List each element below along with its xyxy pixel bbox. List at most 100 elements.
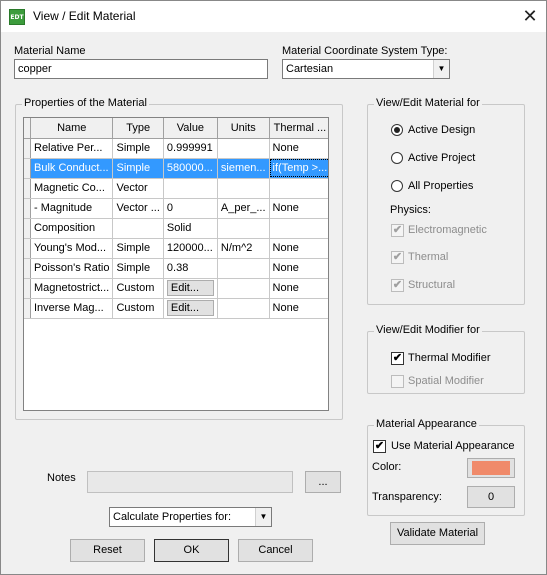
cell-units[interactable] bbox=[217, 138, 270, 159]
thermal-label: Thermal bbox=[408, 251, 449, 263]
empty-row bbox=[24, 358, 328, 378]
cell-name[interactable]: Inverse Mag... bbox=[30, 298, 114, 319]
column-header-thermal[interactable]: Thermal ... bbox=[269, 118, 328, 139]
cell-thermal[interactable]: None bbox=[269, 258, 328, 279]
column-header-value[interactable]: Value bbox=[163, 118, 218, 139]
cell-value[interactable]: Solid bbox=[163, 218, 218, 239]
empty-row bbox=[24, 398, 328, 410]
table-row[interactable]: Inverse Mag... Custom Edit... None bbox=[24, 298, 328, 319]
cell-name[interactable]: Poisson's Ratio bbox=[30, 258, 114, 279]
cell-type[interactable]: Vector bbox=[112, 178, 164, 199]
notes-label: Notes bbox=[47, 472, 76, 484]
cell-units[interactable] bbox=[217, 218, 270, 239]
electromagnetic-label: Electromagnetic bbox=[408, 224, 487, 236]
grid-header-row: Name Type Value Units Thermal ... bbox=[24, 118, 328, 139]
coord-system-value: Cartesian bbox=[286, 63, 334, 75]
column-header-name[interactable]: Name bbox=[30, 118, 114, 139]
edit-button[interactable]: Edit... bbox=[166, 300, 214, 316]
physics-label: Physics: bbox=[390, 204, 431, 216]
radio-all-properties[interactable] bbox=[391, 180, 403, 192]
close-icon[interactable]: ✕ bbox=[517, 4, 543, 28]
cell-thermal[interactable]: None bbox=[269, 298, 328, 319]
cell-value[interactable] bbox=[163, 178, 218, 199]
transparency-button[interactable]: 0 bbox=[467, 486, 515, 508]
calculate-properties-select[interactable]: Calculate Properties for: ▼ bbox=[109, 507, 272, 527]
material-name-input[interactable]: copper bbox=[14, 59, 268, 79]
cell-thermal[interactable]: None bbox=[269, 278, 328, 299]
cell-thermal[interactable]: None bbox=[269, 198, 328, 219]
cell-value[interactable]: 0.999991 bbox=[163, 138, 218, 159]
cell-value[interactable]: 0 bbox=[163, 198, 218, 219]
cell-type[interactable] bbox=[112, 218, 164, 239]
cell-name[interactable]: Bulk Conduct... bbox=[30, 158, 114, 179]
modifier-group-title: View/Edit Modifier for bbox=[374, 324, 482, 336]
cell-type[interactable]: Custom bbox=[112, 278, 164, 299]
cell-value[interactable]: Edit... bbox=[163, 278, 218, 299]
cell-type[interactable]: Simple bbox=[112, 258, 164, 279]
edit-button[interactable]: Edit... bbox=[166, 280, 214, 296]
column-header-units[interactable]: Units bbox=[217, 118, 270, 139]
validate-material-button[interactable]: Validate Material bbox=[390, 522, 485, 545]
cell-thermal[interactable]: None bbox=[269, 138, 328, 159]
checkbox-thermal-modifier[interactable]: ✔ bbox=[391, 352, 404, 365]
cell-thermal[interactable] bbox=[269, 218, 328, 239]
radio-active-project[interactable] bbox=[391, 152, 403, 164]
cell-name[interactable]: Young's Mod... bbox=[30, 238, 114, 259]
notes-field[interactable] bbox=[87, 471, 293, 493]
radio-active-design-label: Active Design bbox=[408, 124, 476, 136]
cell-units[interactable]: A_per_... bbox=[217, 198, 270, 219]
checkbox-use-appearance[interactable]: ✔ bbox=[373, 440, 386, 453]
cell-type[interactable]: Vector ... bbox=[112, 198, 164, 219]
empty-row bbox=[24, 338, 328, 358]
cancel-button[interactable]: Cancel bbox=[238, 539, 313, 562]
chevron-down-icon: ▼ bbox=[433, 60, 449, 78]
structural-label: Structural bbox=[408, 279, 456, 291]
cell-type[interactable]: Simple bbox=[112, 158, 164, 179]
table-row[interactable]: Composition Solid bbox=[24, 218, 328, 239]
cell-name[interactable]: - Magnitude bbox=[30, 198, 114, 219]
color-swatch-button[interactable] bbox=[467, 458, 515, 478]
column-header-type[interactable]: Type bbox=[112, 118, 164, 139]
cell-thermal[interactable] bbox=[269, 178, 328, 199]
cell-name[interactable]: Magnetic Co... bbox=[30, 178, 114, 199]
reset-button[interactable]: Reset bbox=[70, 539, 145, 562]
cell-name[interactable]: Magnetostrict... bbox=[30, 278, 114, 299]
table-row[interactable]: Bulk Conduct... Simple 580000... siemen... i… bbox=[24, 158, 328, 179]
view-edit-material-title: View/Edit Material for bbox=[374, 97, 482, 109]
cell-units[interactable] bbox=[217, 178, 270, 199]
table-row[interactable]: Relative Per... Simple 0.999991 None bbox=[24, 138, 328, 159]
cell-type[interactable]: Simple bbox=[112, 238, 164, 259]
coord-system-select[interactable]: Cartesian ▼ bbox=[282, 59, 450, 79]
ok-button[interactable]: OK bbox=[154, 539, 229, 562]
cell-value[interactable]: 120000... bbox=[163, 238, 218, 259]
properties-grid[interactable]: Name Type Value Units Thermal ... Relati… bbox=[23, 117, 329, 411]
cell-type[interactable]: Custom bbox=[112, 298, 164, 319]
color-swatch bbox=[472, 461, 510, 475]
cell-value[interactable]: 580000... bbox=[163, 158, 218, 179]
checkbox-structural: ✔ bbox=[391, 279, 404, 292]
cell-value[interactable]: 0.38 bbox=[163, 258, 218, 279]
appearance-group-title: Material Appearance bbox=[374, 418, 479, 430]
cell-type[interactable]: Simple bbox=[112, 138, 164, 159]
table-row[interactable]: Magnetostrict... Custom Edit... None bbox=[24, 278, 328, 299]
cell-units[interactable]: siemen... bbox=[217, 158, 270, 179]
radio-active-project-label: Active Project bbox=[408, 152, 476, 164]
table-row[interactable]: Young's Mod... Simple 120000... N/m^2 None bbox=[24, 238, 328, 259]
notes-browse-button[interactable]: ... bbox=[305, 471, 341, 493]
radio-active-design[interactable] bbox=[391, 124, 403, 136]
cell-units[interactable] bbox=[217, 278, 270, 299]
cell-value[interactable]: Edit... bbox=[163, 298, 218, 319]
cell-units[interactable]: N/m^2 bbox=[217, 238, 270, 259]
cell-thermal[interactable]: if(Temp >... bbox=[269, 158, 328, 179]
table-row[interactable]: - Magnitude Vector ... 0 A_per_... None bbox=[24, 198, 328, 219]
checkbox-spatial-modifier bbox=[391, 375, 404, 388]
cell-name[interactable]: Composition bbox=[30, 218, 114, 239]
cell-name[interactable]: Relative Per... bbox=[30, 138, 114, 159]
spatial-modifier-label: Spatial Modifier bbox=[408, 375, 484, 387]
table-row[interactable]: Poisson's Ratio Simple 0.38 None bbox=[24, 258, 328, 279]
cell-units[interactable] bbox=[217, 258, 270, 279]
cell-units[interactable] bbox=[217, 298, 270, 319]
cell-thermal[interactable]: None bbox=[269, 238, 328, 259]
material-name-label: Material Name bbox=[14, 45, 86, 57]
table-row[interactable]: Magnetic Co... Vector bbox=[24, 178, 328, 199]
